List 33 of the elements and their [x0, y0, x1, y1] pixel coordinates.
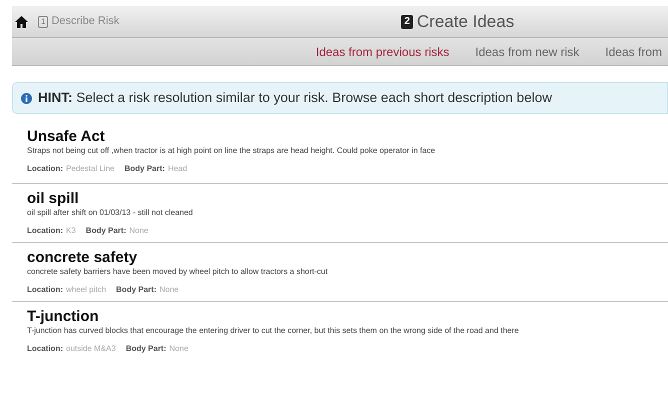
location-label: Location:	[27, 285, 63, 295]
risk-title[interactable]: Unsafe Act	[27, 128, 668, 146]
risk-description: Straps not being cut off ,when tractor is at high point on line the straps are head height. Could poke operator in face	[27, 146, 436, 156]
location-value: K3	[66, 226, 76, 236]
location-value: wheel pitch	[66, 285, 106, 295]
home-icon[interactable]	[15, 16, 28, 28]
body-part-value: None	[129, 226, 148, 236]
tab[interactable]: Ideas from new risk	[475, 42, 580, 60]
body-part-value: None	[169, 344, 188, 354]
tab[interactable]: Ideas from	[605, 42, 668, 60]
location-label: Location:	[27, 226, 63, 236]
body-part-value: Head	[168, 164, 188, 174]
risk-description: oil spill after shift on 01/03/13 - still not cleaned	[27, 208, 194, 218]
tab[interactable]: Ideas from previous risks	[316, 42, 450, 60]
location-value: outside M&A3	[66, 344, 116, 354]
body-part-value: None	[159, 285, 179, 295]
hint-text: HINT: Select a risk resolution similar to your risk. Browse each short description below	[38, 88, 552, 107]
step-number: 1	[38, 16, 48, 28]
info-icon	[21, 92, 32, 104]
step-title: Create Ideas	[416, 10, 514, 33]
risk-title[interactable]: oil spill	[27, 190, 668, 208]
location-label: Location:	[27, 164, 63, 174]
location-value: Pedestal Line	[66, 164, 114, 174]
risk-description: T-junction has curved blocks that encourage the entering driver to cut the corner, but this sets them on the wrong side of the road and there	[27, 326, 520, 336]
body-part-label: Body Part:	[124, 164, 165, 174]
body-part-label: Body Part:	[126, 344, 166, 354]
risk-title[interactable]: T-junction	[27, 308, 668, 326]
location-label: Location:	[27, 344, 63, 354]
step-number: 2	[401, 14, 413, 28]
risk-description: concrete safety barriers have been moved by wheel pitch to allow tractors a short-cut	[27, 267, 329, 277]
body-part-label: Body Part:	[116, 285, 156, 295]
body-part-label: Body Part:	[86, 226, 126, 236]
risk-title[interactable]: concrete safety	[27, 249, 668, 267]
